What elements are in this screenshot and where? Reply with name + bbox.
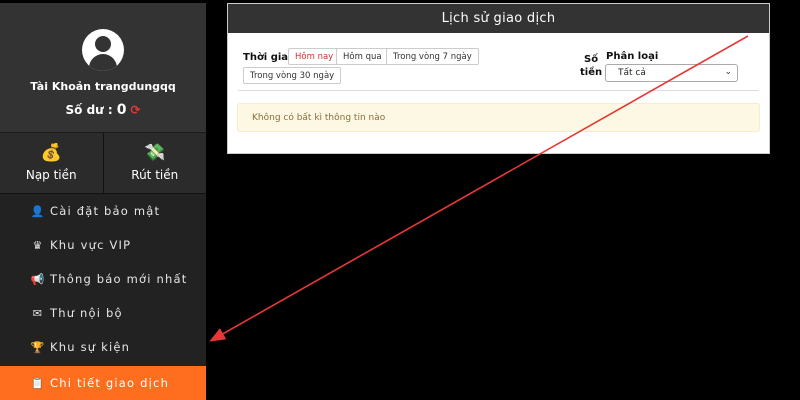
crown-icon: ♛ [32, 238, 44, 252]
amount-label: Số tiền [580, 53, 602, 79]
time-filter-yesterday[interactable]: Hôm qua [336, 48, 389, 65]
amount-label-line1: Số [584, 54, 599, 65]
user-lock-icon: 👤 [30, 204, 46, 218]
sidebar-item-events[interactable]: 🏆 Khu sự kiện [0, 330, 206, 364]
balance-value: 0 [116, 102, 127, 118]
sidebar-item-vip[interactable]: ♛ Khu vực VIP [0, 228, 206, 262]
sidebar-item-inbox[interactable]: ✉ Thư nội bộ [0, 296, 206, 330]
sidebar-item-transactions[interactable]: 📋 Chi tiết giao dịch [0, 366, 206, 400]
deposit-label: Nạp tiền [25, 168, 77, 182]
refresh-icon[interactable]: ⟳ [130, 103, 140, 117]
amount-label-line2: tiền [580, 67, 603, 78]
profile-section: Tài Khoản trangdungqq Số dư : 0 ⟳ [0, 3, 206, 133]
time-filter-7-days[interactable]: Trong vòng 7 ngày [386, 48, 479, 65]
megaphone-icon: 📢 [30, 272, 46, 286]
sidebar-item-label: Khu vực VIP [50, 238, 132, 252]
sidebar-item-label: Cài đặt bảo mật [50, 204, 161, 218]
avatar [82, 29, 124, 71]
withdraw-label: Rút tiền [131, 168, 179, 182]
sidebar-item-security[interactable]: 👤 Cài đặt bảo mật [0, 194, 206, 228]
time-filter-today[interactable]: Hôm nay [288, 48, 341, 65]
user-body-shape [89, 54, 117, 71]
type-filter-label: Phân loại [606, 51, 659, 62]
user-head-shape [95, 36, 111, 52]
money-bag-icon: 💰 [40, 143, 62, 163]
type-select-value: Tất cả [618, 68, 646, 78]
trophy-icon: 🏆 [30, 340, 46, 354]
hand-money-icon: 💸 [144, 143, 166, 163]
chevron-down-icon: ⌄ [724, 67, 732, 77]
sidebar-item-label: Khu sự kiện [50, 340, 131, 354]
empty-state-message: Không có bất kì thông tin nào [237, 103, 760, 132]
balance-label: Số dư : [65, 103, 113, 117]
transaction-history-panel: Lịch sử giao dịch Thời gian Hôm nay Hôm … [227, 3, 770, 154]
sidebar-item-label: Chi tiết giao dịch [50, 376, 170, 390]
sidebar-item-label: Thư nội bộ [50, 306, 123, 320]
sidebar-item-news[interactable]: 📢 Thông báo mới nhất [0, 262, 206, 296]
clipboard-icon: 📋 [30, 376, 46, 390]
type-select[interactable]: Tất cả ⌄ [605, 64, 738, 82]
withdraw-button[interactable]: 💸 Rút tiền [102, 133, 206, 193]
time-filter-30-days[interactable]: Trong vòng 30 ngày [243, 67, 342, 84]
deposit-button[interactable]: 💰 Nạp tiền [0, 133, 103, 193]
sidebar-menu: 👤 Cài đặt bảo mật ♛ Khu vực VIP 📢 Thông … [0, 194, 206, 400]
panel-title: Lịch sử giao dịch [228, 4, 769, 33]
balance-row: Số dư : 0 ⟳ [66, 102, 141, 118]
filter-bar: Thời gian Hôm nay Hôm qua Trong vòng 7 n… [238, 33, 759, 91]
sidebar: Tài Khoản trangdungqq Số dư : 0 ⟳ 💰 Nạp … [0, 3, 206, 400]
sidebar-item-label: Thông báo mới nhất [50, 272, 188, 286]
account-name: Tài Khoản trangdungqq [30, 80, 176, 93]
envelope-icon: ✉ [32, 306, 44, 320]
money-actions: 💰 Nạp tiền 💸 Rút tiền [0, 133, 206, 194]
